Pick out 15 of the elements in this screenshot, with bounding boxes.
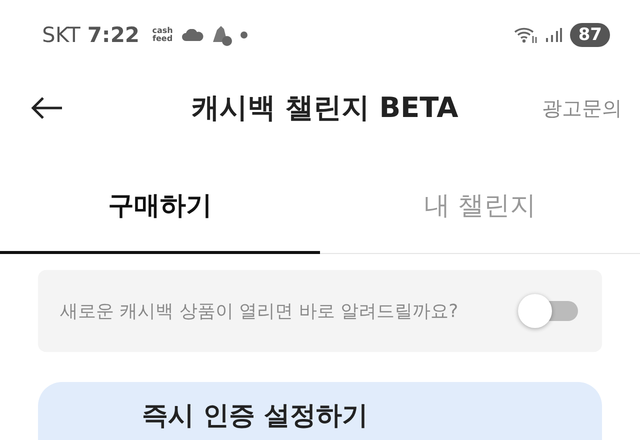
app-notification-text: cash feed: [151, 27, 174, 43]
dot-icon: [240, 31, 248, 39]
toggle-switch[interactable]: [518, 296, 580, 326]
page-title: 캐시백 챌린지 BETA: [190, 90, 460, 126]
battery-level: 87: [570, 23, 610, 47]
cloud-icon: [182, 29, 204, 41]
carrier-text: SKT: [42, 23, 80, 47]
card-title: 즉시 인증 설정하기: [142, 401, 368, 431]
wifi-icon: [514, 26, 538, 44]
signal-icon: [545, 27, 564, 43]
tab[interactable]: 내 챌린지: [320, 160, 640, 254]
clock-text: 7:22: [87, 23, 140, 47]
tab[interactable]: 구매하기: [0, 160, 320, 254]
notification-question: 새로운 캐시백 상품이 열리면 바로 알려드릴까요?: [60, 300, 460, 323]
ad-inquiry-link[interactable]: 광고문의: [542, 94, 622, 122]
